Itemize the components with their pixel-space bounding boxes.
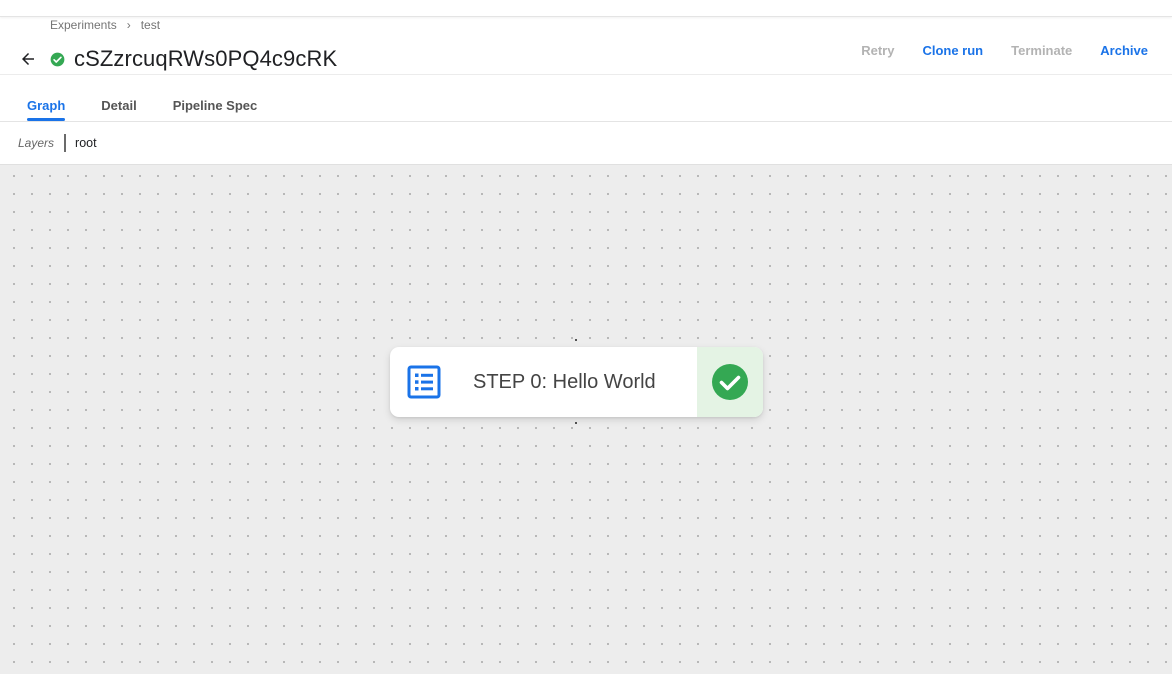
toolbar-actions: Retry Clone run Terminate Archive	[833, 41, 1148, 59]
arrow-back-icon	[19, 50, 37, 68]
breadcrumb-experiment-link[interactable]: test	[141, 18, 160, 32]
top-app-bar	[0, 0, 1172, 17]
back-button[interactable]	[18, 49, 38, 69]
breadcrumb: Experiments › test	[50, 18, 160, 32]
layers-breadcrumb: Layers root	[18, 132, 97, 154]
check-circle-icon	[712, 364, 748, 400]
retry-button[interactable]: Retry	[861, 43, 894, 58]
title-row: cSZzrcuqRWs0PQ4c9cRK	[18, 44, 337, 74]
layers-label: Layers	[18, 136, 55, 150]
tab-pipeline-spec[interactable]: Pipeline Spec	[164, 96, 267, 121]
node-status-panel	[697, 347, 763, 417]
breadcrumb-experiments-link[interactable]: Experiments	[50, 18, 117, 32]
layer-root-link[interactable]: root	[75, 136, 97, 150]
tabs-divider	[0, 121, 1172, 122]
status-succeeded-icon	[50, 52, 65, 67]
page-title: cSZzrcuqRWs0PQ4c9cRK	[74, 46, 338, 71]
node-label: STEP 0: Hello World	[473, 370, 656, 393]
node-input-handle[interactable]	[575, 339, 577, 341]
run-details-page: Experiments › test cSZzrcuqRWs0PQ4c9cRK …	[0, 0, 1172, 674]
graph-node-step-0[interactable]: STEP 0: Hello World	[390, 347, 763, 417]
tab-graph[interactable]: Graph	[18, 96, 74, 121]
tab-bar: Graph Detail Pipeline Spec	[18, 96, 284, 121]
terminate-button[interactable]: Terminate	[1011, 43, 1072, 58]
clone-run-button[interactable]: Clone run	[922, 43, 983, 58]
header-divider	[0, 74, 1172, 75]
breadcrumb-separator: ›	[126, 18, 131, 32]
archive-button[interactable]: Archive	[1100, 43, 1148, 58]
node-output-handle[interactable]	[575, 422, 577, 424]
layers-separator	[64, 134, 67, 152]
graph-canvas[interactable]: STEP 0: Hello World	[0, 165, 1172, 674]
list-icon	[407, 365, 441, 399]
tab-detail[interactable]: Detail	[92, 96, 145, 121]
